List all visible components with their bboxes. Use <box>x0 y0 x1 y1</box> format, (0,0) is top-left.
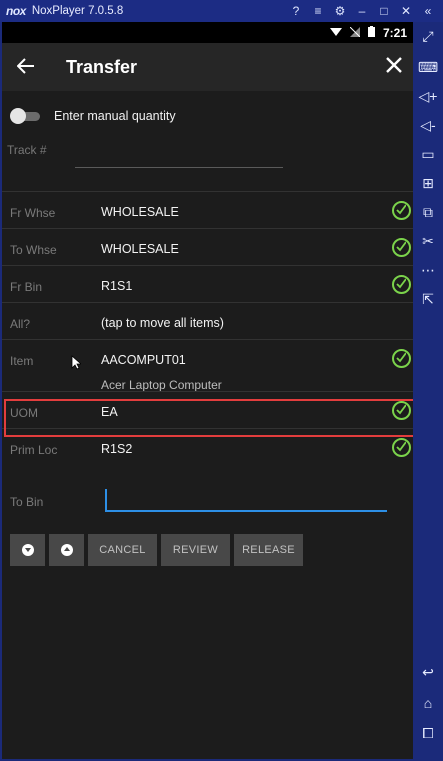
status-bar: 7:21 <box>2 22 413 43</box>
back-arrow-icon[interactable] <box>4 54 48 80</box>
minimize-icon[interactable]: – <box>351 4 373 18</box>
to-bin-label: To Bin <box>10 495 44 509</box>
scroll-up-button[interactable] <box>49 534 84 566</box>
cancel-button[interactable]: CANCEL <box>88 534 157 566</box>
field-label: To Whse <box>10 243 57 257</box>
chevron-down-icon <box>21 544 34 556</box>
field-value: EA <box>101 405 118 419</box>
screen-icon[interactable]: ▭ <box>413 146 443 163</box>
close-window-icon[interactable]: ✕ <box>395 4 417 18</box>
check-circle-icon <box>392 438 411 457</box>
manual-quantity-toggle[interactable] <box>10 108 40 124</box>
field-value: R1S2 <box>101 442 133 456</box>
emulator-toolbar: ⤢ ⌨ ◁+ ◁- ▭ ⊞ ⧉ ✂ ⋯ ⇱ ↩ ⌂ ⧠ <box>413 22 443 761</box>
check-circle-icon <box>392 349 411 368</box>
scissors-icon[interactable]: ✂ <box>413 233 443 250</box>
settings-icon[interactable]: ⚙ <box>329 4 351 18</box>
to-bin-input[interactable] <box>105 510 387 512</box>
manual-quantity-row: Enter manual quantity <box>2 91 413 141</box>
mouse-pointer-icon <box>71 355 83 375</box>
scroll-down-button[interactable] <box>10 534 45 566</box>
volume-down-icon[interactable]: ◁- <box>413 117 443 134</box>
add-apk-icon[interactable]: ⊞ <box>413 175 443 192</box>
field-label: UOM <box>10 406 38 420</box>
release-button[interactable]: RELEASE <box>234 534 303 566</box>
check-circle-icon <box>392 238 411 257</box>
wifi-icon <box>329 26 342 40</box>
manual-quantity-label: Enter manual quantity <box>54 109 176 123</box>
app-bar: Transfer <box>2 43 413 91</box>
window-controls: ? ≡ ⚙ – □ ✕ « <box>285 0 439 22</box>
action-buttons: CANCEL REVIEW RELEASE <box>10 534 303 566</box>
field-value: WHOLESALE <box>101 205 179 219</box>
text-cursor <box>105 489 107 510</box>
help-icon[interactable]: ? <box>285 4 307 18</box>
keyboard-icon[interactable]: ⌨ <box>413 59 443 76</box>
multi-instance-icon[interactable]: ⧉ <box>413 204 443 221</box>
phone-screen: 7:21 Transfer Enter manual quantity Trac… <box>2 22 413 759</box>
fullscreen-icon[interactable]: ⤢ <box>413 28 443 45</box>
to-bin-row: To Bin <box>2 468 413 518</box>
maximize-icon[interactable]: □ <box>373 4 395 18</box>
android-recents-icon[interactable]: ⧠ <box>413 725 443 742</box>
check-circle-icon <box>392 201 411 220</box>
android-home-icon[interactable]: ⌂ <box>413 695 443 711</box>
external-link-icon[interactable]: ⇱ <box>413 291 443 308</box>
check-circle-icon <box>392 275 411 294</box>
signal-icon <box>349 26 361 40</box>
field-all-items[interactable]: All? (tap to move all items) <box>2 302 413 339</box>
more-icon[interactable]: ⋯ <box>413 262 443 279</box>
nox-logo: nox <box>6 4 26 18</box>
field-fr-bin[interactable]: Fr Bin R1S1 <box>2 265 413 302</box>
move-all-items-link[interactable]: (tap to move all items) <box>101 316 224 330</box>
check-circle-icon <box>392 401 411 420</box>
field-item[interactable]: Item AACOMPUT01 Acer Laptop Computer <box>2 339 413 392</box>
track-number-row: Track # <box>2 141 413 191</box>
field-label: Prim Loc <box>10 443 58 457</box>
field-label: All? <box>10 317 31 331</box>
field-to-whse[interactable]: To Whse WHOLESALE <box>2 228 413 265</box>
review-button[interactable]: REVIEW <box>161 534 230 566</box>
field-label: Item <box>10 354 34 368</box>
field-fr-whse[interactable]: Fr Whse WHOLESALE <box>2 191 413 228</box>
status-time: 7:21 <box>382 25 407 40</box>
menu-icon[interactable]: ≡ <box>307 4 329 18</box>
field-label: Fr Bin <box>10 280 43 294</box>
item-description: Acer Laptop Computer <box>101 378 222 392</box>
close-icon[interactable] <box>385 53 403 81</box>
field-uom[interactable]: UOM EA <box>2 391 413 428</box>
field-label: Fr Whse <box>10 206 56 220</box>
field-prim-loc[interactable]: Prim Loc R1S2 <box>2 428 413 468</box>
chevron-up-icon <box>60 544 73 556</box>
track-number-input[interactable] <box>75 167 283 168</box>
field-value: AACOMPUT01 <box>101 353 186 367</box>
volume-up-icon[interactable]: ◁+ <box>413 88 443 105</box>
page-title: Transfer <box>66 56 138 77</box>
track-number-label: Track # <box>7 143 47 157</box>
field-value: R1S1 <box>101 279 133 293</box>
field-value: WHOLESALE <box>101 242 179 256</box>
emulator-title: NoxPlayer 7.0.5.8 <box>31 5 124 17</box>
collapse-sidebar-icon[interactable]: « <box>417 4 439 18</box>
emulator-title-bar: nox NoxPlayer 7.0.5.8 ? ≡ ⚙ – □ ✕ « <box>0 0 443 22</box>
android-back-icon[interactable]: ↩ <box>413 664 443 681</box>
battery-icon <box>367 25 375 40</box>
